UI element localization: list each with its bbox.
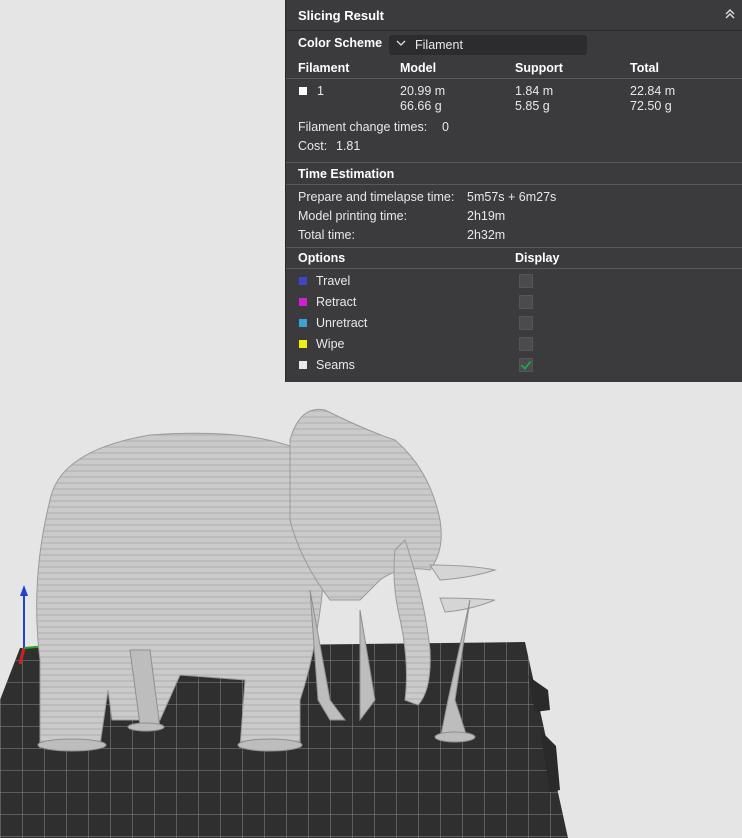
- filament-color-swatch: [299, 87, 307, 95]
- collapse-icon[interactable]: [722, 6, 738, 22]
- seams-label: Seams: [316, 358, 355, 372]
- total-time-value: 2h32m: [467, 228, 506, 242]
- panel-title: Slicing Result: [298, 8, 384, 23]
- wipe-display-checkbox[interactable]: [519, 337, 533, 351]
- unretract-display-checkbox[interactable]: [519, 316, 533, 330]
- wipe-color-swatch: [299, 340, 307, 348]
- color-scheme-dropdown[interactable]: Filament: [389, 35, 587, 55]
- col-header-support: Support: [515, 61, 563, 75]
- seams-color-swatch: [299, 361, 307, 369]
- prepare-time-label: Prepare and timelapse time:: [298, 190, 455, 204]
- col-header-model: Model: [400, 61, 437, 75]
- cost-value: 1.81: [336, 139, 361, 153]
- chevron-down-icon: [396, 40, 406, 46]
- color-scheme-label: Color Scheme: [298, 36, 383, 50]
- model-printing-time-value: 2h19m: [467, 209, 506, 223]
- col-header-filament: Filament: [298, 61, 350, 75]
- unretract-label: Unretract: [316, 316, 368, 330]
- unretract-color-swatch: [299, 319, 307, 327]
- filament-change-value: 0: [442, 120, 449, 134]
- retract-color-swatch: [299, 298, 307, 306]
- model-printing-time-label: Model printing time:: [298, 209, 408, 223]
- retract-label: Retract: [316, 295, 357, 309]
- travel-color-swatch: [299, 277, 307, 285]
- slicing-result-panel: Slicing Result Color Scheme Filament Fil…: [285, 0, 742, 382]
- total-time-label: Total time:: [298, 228, 355, 242]
- wipe-label: Wipe: [316, 337, 345, 351]
- support-weight: 5.85 g: [515, 99, 550, 113]
- display-header: Display: [515, 251, 560, 265]
- travel-label: Travel: [316, 274, 351, 288]
- total-length: 22.84 m: [630, 84, 676, 98]
- col-header-total: Total: [630, 61, 659, 75]
- support-length: 1.84 m: [515, 84, 554, 98]
- filament-id: 1: [317, 84, 324, 98]
- options-header: Options: [298, 251, 346, 265]
- time-estimation-title: Time Estimation: [298, 167, 395, 181]
- model-length: 20.99 m: [400, 84, 446, 98]
- color-scheme-value: Filament: [415, 38, 463, 52]
- retract-display-checkbox[interactable]: [519, 295, 533, 309]
- seams-display-checkbox[interactable]: [519, 358, 533, 372]
- filament-change-label: Filament change times:: [298, 120, 428, 134]
- total-weight: 72.50 g: [630, 99, 672, 113]
- model-weight: 66.66 g: [400, 99, 442, 113]
- cost-label: Cost:: [298, 139, 328, 153]
- prepare-time-value: 5m57s + 6m27s: [467, 190, 557, 204]
- travel-display-checkbox[interactable]: [519, 274, 533, 288]
